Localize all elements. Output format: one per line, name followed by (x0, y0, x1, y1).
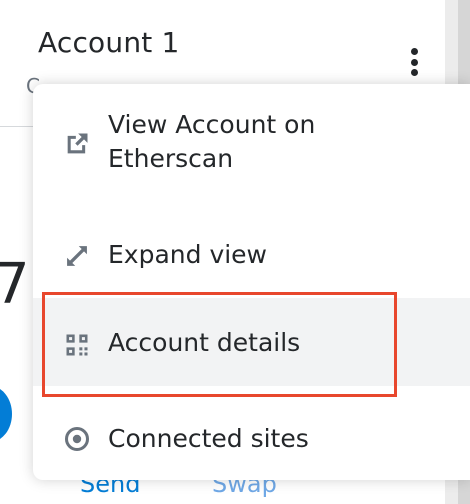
menu-item-label: Expand view (108, 240, 268, 269)
menu-item-label: Account details (108, 328, 301, 357)
account-options-menu: View Account on Etherscan Expand view Ac… (33, 84, 470, 480)
menu-item-label: Connected sites (108, 424, 309, 453)
buy-button-icon[interactable] (0, 386, 12, 442)
menu-item-account-details[interactable]: Account details (33, 298, 470, 386)
menu-item-connected-sites[interactable]: Connected sites (33, 404, 470, 474)
account-name[interactable]: Account 1 (38, 26, 180, 59)
menu-item-expand-view[interactable]: Expand view (33, 214, 470, 294)
qr-code-icon (66, 334, 88, 356)
menu-item-view-on-etherscan[interactable]: View Account on Etherscan (33, 84, 470, 204)
balance-amount: 7 (0, 252, 30, 317)
account-options-icon[interactable] (402, 44, 426, 80)
external-link-icon (67, 133, 88, 154)
wallet-home-screen: Account 1 C 7 Send Swap View Account on … (0, 0, 470, 504)
expand-icon (67, 246, 87, 266)
connected-sites-icon (64, 426, 90, 452)
menu-item-label: View Account on Etherscan (108, 110, 316, 173)
